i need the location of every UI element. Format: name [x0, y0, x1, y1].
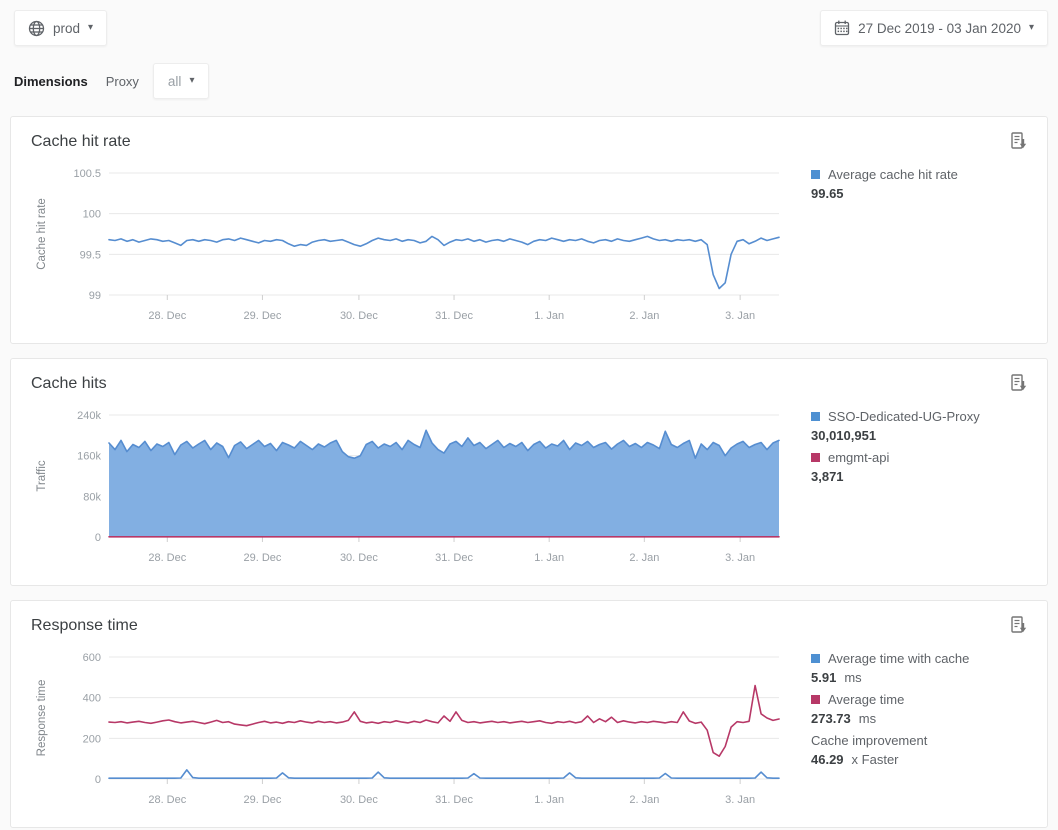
- svg-text:99.5: 99.5: [80, 249, 101, 261]
- svg-text:3. Jan: 3. Jan: [725, 794, 755, 806]
- svg-text:28. Dec: 28. Dec: [148, 552, 186, 564]
- svg-text:29. Dec: 29. Dec: [243, 310, 281, 322]
- svg-text:30. Dec: 30. Dec: [340, 794, 378, 806]
- legend-label: emgmt-api: [828, 449, 889, 466]
- svg-text:160k: 160k: [77, 451, 101, 463]
- legend-value: 3,871: [811, 468, 1009, 485]
- legend-value: 273.73ms: [811, 710, 1009, 727]
- cache-hits-legend: SSO-Dedicated-UG-Proxy 30,010,951 emgmt-…: [791, 405, 1009, 571]
- panel-title: Cache hit rate: [31, 133, 1027, 151]
- svg-text:30. Dec: 30. Dec: [340, 552, 378, 564]
- legend-swatch: [811, 654, 820, 663]
- cache-hits-chart[interactable]: 240k 160k 80k 0 28. Dec 29. Dec 30. Dec 31. Dec…: [31, 405, 791, 571]
- response-time-legend: Average time with cache 5.91ms Average t…: [791, 647, 1009, 813]
- svg-text:2. Jan: 2. Jan: [629, 794, 659, 806]
- svg-text:28. Dec: 28. Dec: [148, 310, 186, 322]
- legend-label: Cache improvement: [811, 732, 1009, 749]
- svg-text:3. Jan: 3. Jan: [725, 310, 755, 322]
- date-range-selector[interactable]: 27 Dec 2019 - 03 Jan 2020 ▾: [820, 10, 1048, 46]
- svg-text:31. Dec: 31. Dec: [435, 794, 473, 806]
- svg-text:0: 0: [95, 774, 101, 786]
- svg-text:30. Dec: 30. Dec: [340, 310, 378, 322]
- chevron-down-icon: ▾: [88, 23, 93, 33]
- svg-text:1. Jan: 1. Jan: [534, 794, 564, 806]
- svg-text:28. Dec: 28. Dec: [148, 794, 186, 806]
- svg-text:240k: 240k: [77, 410, 101, 422]
- legend-value: 30,010,951: [811, 427, 1009, 444]
- legend-label: Average time with cache: [828, 650, 969, 667]
- legend-value: 99.65: [811, 185, 1009, 202]
- legend-unit: ms: [859, 711, 876, 726]
- response-time-chart[interactable]: 600 400 200 0 28. Dec 29. Dec 30. Dec 31. Dec 1.…: [31, 647, 791, 813]
- legend-swatch: [811, 453, 820, 462]
- panel-title: Cache hits: [31, 375, 1027, 393]
- top-bar: prod ▾ 27 Dec 2019 - 03 Jan 2020 ▾: [0, 0, 1058, 46]
- panel-title: Response time: [31, 617, 1027, 635]
- svg-text:2. Jan: 2. Jan: [629, 310, 659, 322]
- cache-hits-panel: Cache hits 240k 160k 80k 0 28. Dec 29. Dec 30.…: [10, 358, 1048, 586]
- svg-text:Cache hit rate: Cache hit rate: [36, 198, 48, 270]
- dashboard-page: prod ▾ 27 Dec 2019 - 03 Jan 2020 ▾: [0, 0, 1058, 828]
- date-range-label: 27 Dec 2019 - 03 Jan 2020: [858, 21, 1021, 36]
- svg-text:2. Jan: 2. Jan: [629, 552, 659, 564]
- svg-text:100.5: 100.5: [73, 168, 101, 180]
- legend-value: 46.29x Faster: [811, 751, 1009, 768]
- legend-swatch: [811, 412, 820, 421]
- svg-text:1. Jan: 1. Jan: [534, 310, 564, 322]
- legend-swatch: [811, 695, 820, 704]
- environment-selector[interactable]: prod ▾: [14, 10, 107, 46]
- legend-label: Average cache hit rate: [828, 166, 958, 183]
- legend-value: 5.91ms: [811, 669, 1009, 686]
- svg-text:600: 600: [83, 652, 101, 664]
- svg-text:31. Dec: 31. Dec: [435, 552, 473, 564]
- svg-text:100: 100: [83, 209, 101, 221]
- legend-label: SSO-Dedicated-UG-Proxy: [828, 408, 980, 425]
- svg-text:80k: 80k: [83, 491, 101, 503]
- chevron-down-icon: ▾: [1029, 23, 1034, 33]
- svg-text:400: 400: [83, 693, 101, 705]
- cache-hit-rate-chart[interactable]: 100.5 100 99.5 99 28. Dec 29. Dec 30. Dec 31. D…: [31, 163, 791, 329]
- cache-hit-rate-panel: Cache hit rate 100.5 100 99.5 99 28. Dec 29. …: [10, 116, 1048, 344]
- globe-icon: [28, 20, 45, 37]
- proxy-label: Proxy: [106, 74, 139, 89]
- legend-swatch: [811, 170, 820, 179]
- response-time-panel: Response time 600 400 200 0 28. Dec 29. Dec 30…: [10, 600, 1048, 828]
- svg-text:Response time: Response time: [36, 680, 48, 757]
- cache-hit-rate-legend: Average cache hit rate 99.65: [791, 163, 1009, 329]
- svg-text:200: 200: [83, 733, 101, 745]
- svg-text:29. Dec: 29. Dec: [243, 794, 281, 806]
- svg-text:0: 0: [95, 532, 101, 544]
- legend-unit: x Faster: [852, 752, 899, 767]
- environment-label: prod: [53, 21, 80, 36]
- svg-text:1. Jan: 1. Jan: [534, 552, 564, 564]
- export-report-icon[interactable]: [1009, 615, 1029, 635]
- calendar-icon: [834, 20, 850, 36]
- export-report-icon[interactable]: [1009, 373, 1029, 393]
- svg-text:Traffic: Traffic: [36, 460, 48, 492]
- svg-text:3. Jan: 3. Jan: [725, 552, 755, 564]
- svg-text:99: 99: [89, 290, 101, 302]
- proxy-filter-dropdown[interactable]: all ▾: [153, 63, 210, 99]
- svg-text:31. Dec: 31. Dec: [435, 310, 473, 322]
- legend-unit: ms: [844, 670, 861, 685]
- dimensions-label: Dimensions: [14, 74, 88, 89]
- export-report-icon[interactable]: [1009, 131, 1029, 151]
- dimensions-row: Dimensions Proxy all ▾: [0, 62, 1058, 100]
- legend-label: Average time: [828, 691, 904, 708]
- proxy-filter-value: all: [168, 74, 182, 89]
- svg-text:29. Dec: 29. Dec: [243, 552, 281, 564]
- chevron-down-icon: ▾: [189, 76, 194, 86]
